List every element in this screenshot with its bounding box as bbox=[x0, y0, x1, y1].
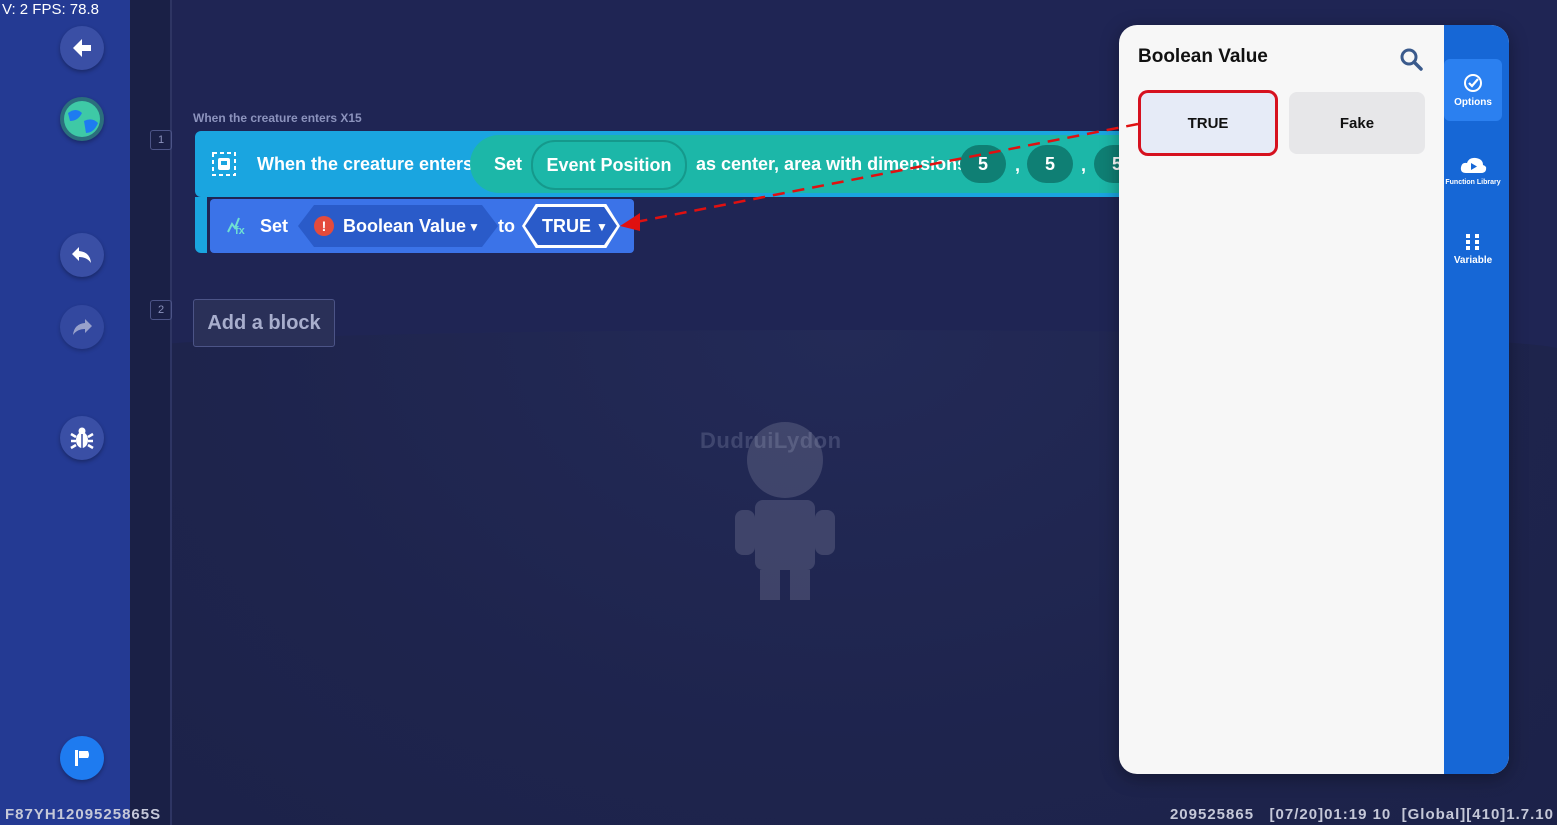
run-button[interactable] bbox=[60, 736, 104, 780]
tab-options[interactable]: Options bbox=[1444, 59, 1502, 121]
debug-button[interactable] bbox=[60, 416, 104, 460]
area-set-label: Set bbox=[494, 154, 523, 174]
cloud-play-icon bbox=[1460, 157, 1487, 173]
globe-icon bbox=[64, 101, 100, 137]
fps-counter: V: 2 FPS: 78.8 bbox=[2, 1, 99, 18]
tab-variable[interactable]: Variable bbox=[1444, 218, 1502, 280]
event-title: When the creature enters bbox=[257, 154, 474, 174]
warning-icon: ! bbox=[314, 216, 334, 236]
tab-function-library[interactable]: Function Library bbox=[1444, 139, 1502, 201]
option-true[interactable]: TRUE bbox=[1138, 90, 1278, 156]
tab-variable-label: Variable bbox=[1453, 254, 1493, 266]
dimension-y-input[interactable]: 5 bbox=[1027, 145, 1073, 183]
area-dimensions-text: as center, area with dimensions ( bbox=[696, 154, 979, 174]
dimension-x-input[interactable]: 5 bbox=[960, 145, 1006, 183]
dimension-separator: , bbox=[1015, 155, 1021, 175]
bug-icon bbox=[70, 427, 94, 450]
grid-dots-icon bbox=[1466, 233, 1479, 250]
undo-button[interactable] bbox=[60, 233, 104, 277]
dimension-separator: , bbox=[1081, 155, 1087, 175]
redo-icon bbox=[73, 319, 92, 335]
panel-title: Boolean Value bbox=[1138, 46, 1268, 67]
trigger-area-icon bbox=[212, 152, 236, 176]
add-block-button[interactable]: Add a block bbox=[193, 299, 335, 347]
line-number-1: 1 bbox=[150, 130, 172, 150]
check-badge-icon bbox=[1464, 73, 1482, 92]
set-variable-block[interactable]: fx Set ! Boolean Value ▼ to TRUE ▼ bbox=[195, 197, 634, 253]
formula-icon: fx bbox=[227, 217, 246, 236]
build-info: 209525865 [07/20]01:19 10 [Global][410]1… bbox=[1169, 806, 1554, 823]
variable-name: Boolean Value bbox=[343, 216, 467, 236]
line-number-2: 2 bbox=[150, 300, 172, 320]
panel-tab-bar: Options Function Library Variable bbox=[1444, 25, 1509, 774]
search-icon[interactable] bbox=[1399, 47, 1423, 71]
value-label: TRUE bbox=[542, 216, 591, 236]
world-button[interactable] bbox=[60, 97, 104, 141]
back-arrow-icon bbox=[73, 39, 91, 57]
chevron-down-icon: ▼ bbox=[468, 220, 480, 234]
event-position-slot[interactable]: Event Position bbox=[531, 140, 687, 190]
area-trigger-pill[interactable]: Set Event Position as center, area with … bbox=[470, 135, 1125, 193]
chevron-down-icon: ▼ bbox=[596, 220, 608, 234]
action-to-label: to bbox=[498, 216, 515, 236]
tab-function-library-label: Function Library bbox=[1445, 178, 1501, 186]
redo-button[interactable] bbox=[60, 305, 104, 349]
action-set-label: Set bbox=[260, 216, 289, 236]
device-id: F87YH1209525865S bbox=[5, 806, 162, 823]
option-fake[interactable]: Fake bbox=[1289, 92, 1425, 154]
creature-sprite bbox=[735, 422, 835, 600]
undo-icon bbox=[72, 247, 91, 263]
play-flag-icon bbox=[75, 750, 89, 766]
event-block[interactable]: When the creature enters Set Event Posit… bbox=[195, 131, 1125, 197]
tab-options-label: Options bbox=[1454, 96, 1492, 108]
value-picker-panel: Boolean Value TRUE Fake Options Function… bbox=[1119, 25, 1509, 774]
svg-text:fx: fx bbox=[235, 225, 246, 236]
line-gutter bbox=[130, 0, 172, 825]
back-button[interactable] bbox=[60, 26, 104, 70]
event-caption: When the creature enters X15 bbox=[193, 111, 362, 125]
